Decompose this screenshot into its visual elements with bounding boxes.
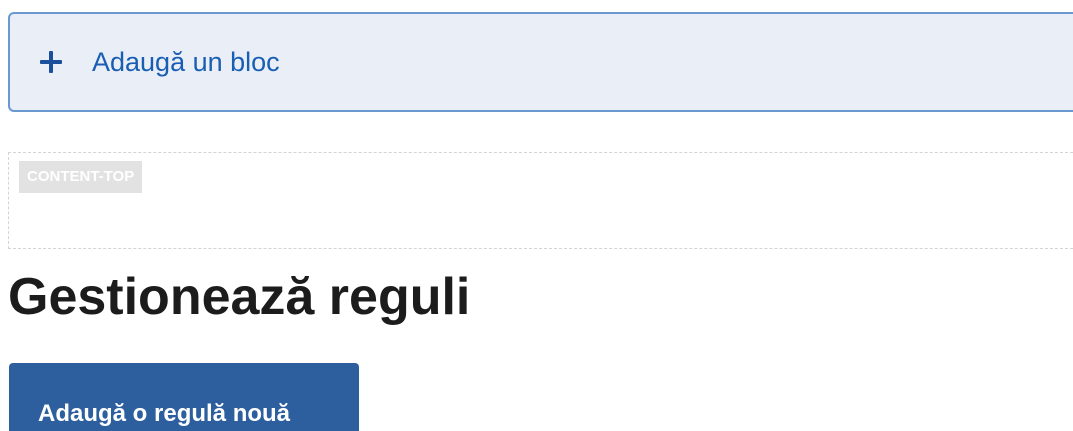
add-block-button[interactable]: Adaugă un bloc xyxy=(8,12,1073,112)
add-rule-button[interactable]: Adaugă o regulă nouă xyxy=(9,363,359,431)
add-block-label: Adaugă un bloc xyxy=(92,46,280,77)
plus-icon xyxy=(40,51,62,73)
page: Adaugă un bloc CONTENT-TOP Gestionează r… xyxy=(0,0,1073,431)
page-title: Gestionează reguli xyxy=(8,268,471,326)
content-top-region: CONTENT-TOP xyxy=(8,152,1073,249)
region-label: CONTENT-TOP xyxy=(19,161,143,193)
